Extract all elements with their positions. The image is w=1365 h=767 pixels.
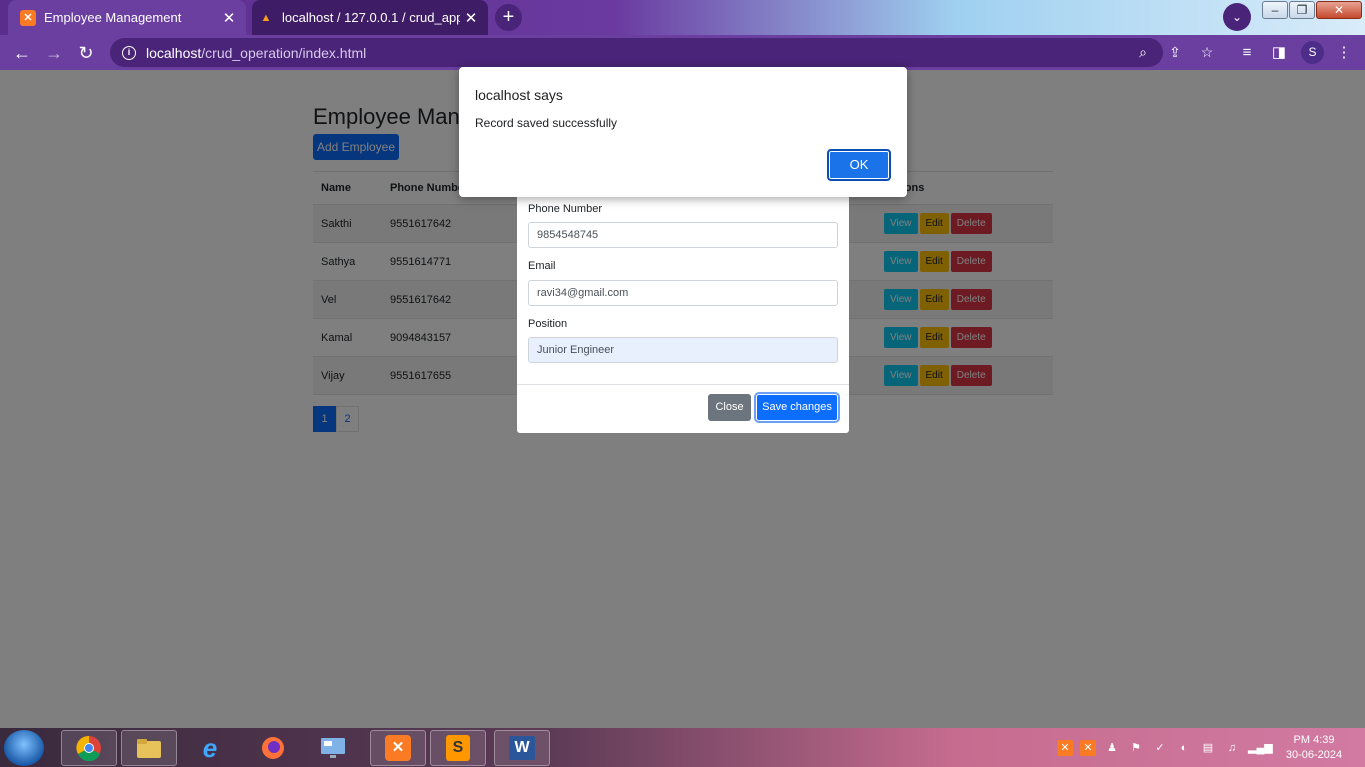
tray-users-icon[interactable]: ♟ xyxy=(1104,740,1120,756)
close-tab-icon[interactable]: ✕ xyxy=(460,9,482,27)
tray-sublime-icon[interactable]: ✕ xyxy=(1057,740,1073,756)
tray-volume-icon[interactable]: ♫ xyxy=(1224,740,1240,756)
alert-dialog: localhost says Record saved successfully… xyxy=(459,67,907,197)
email-field[interactable]: ravi34@gmail.com xyxy=(528,280,838,306)
alert-ok-button[interactable]: OK xyxy=(827,149,891,181)
phone-field[interactable]: 9854548745 xyxy=(528,222,838,248)
tray-update-icon[interactable]: ◐ xyxy=(1176,740,1192,756)
modal-footer-divider xyxy=(517,384,849,385)
xampp-favicon-icon: ✕ xyxy=(20,9,36,26)
firefox-icon[interactable] xyxy=(245,730,301,766)
close-button[interactable]: Close xyxy=(708,394,751,421)
xampp-icon[interactable]: ✕ xyxy=(370,730,426,766)
url-path: /crud_operation/index.html xyxy=(201,44,367,61)
microsoft-word-icon[interactable]: W xyxy=(494,730,550,766)
forward-arrow-icon[interactable]: → xyxy=(40,39,68,67)
zoom-icon[interactable]: ⌕ xyxy=(1132,38,1154,67)
minimize-window-button[interactable]: – xyxy=(1262,1,1288,19)
reload-icon[interactable]: ↻ xyxy=(72,39,100,67)
back-arrow-icon[interactable]: ← xyxy=(8,39,36,67)
site-info-icon[interactable]: i xyxy=(122,45,136,60)
tab-title: Employee Management xyxy=(44,10,182,25)
maximize-window-button[interactable]: ❐ xyxy=(1289,1,1315,19)
clock-date: 30-06-2024 xyxy=(1285,749,1343,761)
file-explorer-icon[interactable] xyxy=(121,730,177,766)
save-changes-button[interactable]: Save changes xyxy=(756,394,838,421)
system-clock[interactable]: PM 4:39 30-06-2024 xyxy=(1276,733,1352,763)
tab-phpmyadmin[interactable]: ▲ localhost / 127.0.0.1 / crud_app / ✕ xyxy=(252,0,488,35)
phone-label: Phone Number xyxy=(528,203,602,215)
taskbar: e ✕ S W ✕ ✕ ♟ ⚑ ✓ ◐ ▤ ♫ ▂▄▆ PM 4:39 30-0… xyxy=(0,728,1365,767)
tray-xampp-icon[interactable]: ✕ xyxy=(1080,740,1096,756)
remote-desktop-icon[interactable] xyxy=(305,730,361,766)
position-field[interactable]: Junior Engineer xyxy=(528,337,838,363)
menu-kebab-icon[interactable]: ⋮ xyxy=(1331,39,1357,67)
clock-time: PM 4:39 xyxy=(1293,734,1335,746)
position-label: Position xyxy=(528,318,568,330)
share-icon[interactable]: ⇪ xyxy=(1164,38,1186,67)
internet-explorer-icon[interactable]: e xyxy=(182,730,238,766)
close-window-button[interactable]: ✕ xyxy=(1316,1,1362,19)
close-tab-icon[interactable]: ✕ xyxy=(218,9,240,27)
address-bar[interactable]: i localhost/crud_operation/index.html ⌕ … xyxy=(110,38,1213,67)
tray-signal-icon[interactable]: ▂▄▆ xyxy=(1248,740,1273,756)
bookmark-star-icon[interactable]: ☆ xyxy=(1196,38,1218,67)
side-panel-icon[interactable]: ◨ xyxy=(1266,39,1292,67)
email-label: Email xyxy=(528,260,556,272)
tab-employee-management[interactable]: ✕ Employee Management ✕ xyxy=(8,0,246,35)
alert-title: localhost says xyxy=(475,87,563,103)
phpmyadmin-favicon-icon: ▲ xyxy=(260,11,272,24)
tray-flag-icon[interactable]: ⚑ xyxy=(1128,740,1144,756)
chrome-icon[interactable] xyxy=(61,730,117,766)
browser-toolbar: ← → ↻ i localhost/crud_operation/index.h… xyxy=(0,35,1365,70)
new-tab-button[interactable]: + xyxy=(495,4,522,31)
start-button-windows-icon[interactable] xyxy=(4,730,44,766)
reading-list-icon[interactable]: ≡ xyxy=(1234,39,1260,67)
edit-employee-modal: Phone Number 9854548745 Email ravi34@gma… xyxy=(517,190,849,433)
tab-search-chevron-icon[interactable]: ⌄ xyxy=(1223,3,1251,31)
tray-network-icon[interactable]: ▤ xyxy=(1200,740,1216,756)
profile-avatar[interactable]: S xyxy=(1301,41,1324,64)
url-host: localhost xyxy=(146,44,202,61)
tray-safely-remove-icon[interactable]: ✓ xyxy=(1152,740,1168,756)
alert-message: Record saved successfully xyxy=(475,116,618,130)
sublime-text-icon[interactable]: S xyxy=(430,730,486,766)
tab-strip: ✕ Employee Management ✕ ▲ localhost / 12… xyxy=(0,0,1365,35)
tab-title: localhost / 127.0.0.1 / crud_app / xyxy=(282,10,460,25)
